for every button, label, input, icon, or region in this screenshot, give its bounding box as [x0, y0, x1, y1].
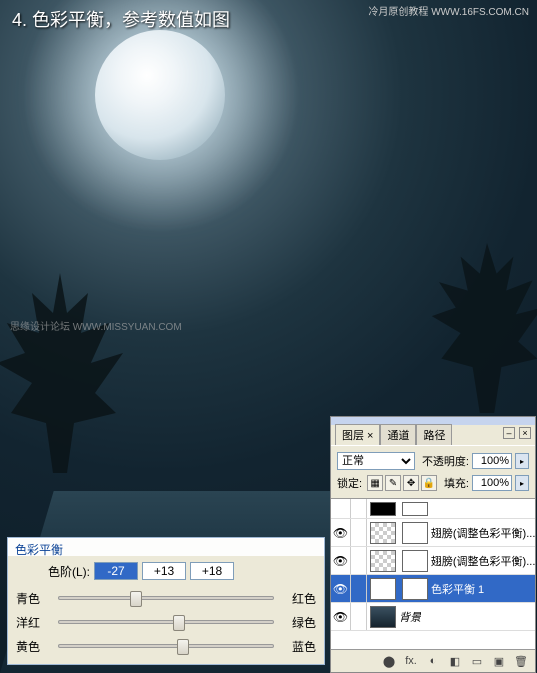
level-input-1[interactable]: [94, 562, 138, 580]
link-cell[interactable]: [351, 547, 367, 574]
scene-moon: [95, 30, 225, 160]
layer-row-partial[interactable]: [331, 499, 535, 519]
layer-mask-thumb: [402, 502, 428, 516]
color-balance-title: 色彩平衡: [8, 538, 324, 556]
layer-thumb[interactable]: [370, 606, 396, 628]
slider-label-left: 青色: [16, 590, 52, 607]
layer-action-icon-0[interactable]: ⬤: [381, 654, 397, 668]
watermark-mid: 思缘设计论坛 WWW.MISSYUAN.COM: [10, 318, 182, 333]
slider-track[interactable]: [58, 596, 274, 600]
layer-name: 背景: [399, 609, 421, 625]
layer-action-icon-6[interactable]: 🗑: [513, 654, 529, 668]
layer-action-icon-3[interactable]: ◧: [447, 654, 463, 668]
layer-thumb: [370, 502, 396, 516]
lock-position-icon[interactable]: ✥: [403, 475, 419, 491]
layer-thumb[interactable]: ◢: [370, 578, 396, 600]
layer-mask-thumb[interactable]: [402, 550, 428, 572]
level-input-2[interactable]: [142, 562, 186, 580]
lock-transparent-icon[interactable]: ▦: [367, 475, 383, 491]
layer-mask-thumb[interactable]: [402, 522, 428, 544]
slider-row-2: 黄色 蓝色: [16, 634, 316, 658]
panel-close-icon[interactable]: ×: [519, 427, 531, 439]
link-cell[interactable]: [351, 603, 367, 630]
opacity-input[interactable]: [472, 453, 512, 469]
link-cell[interactable]: [351, 519, 367, 546]
layer-row[interactable]: 👁 ◢ 色彩平衡 1: [331, 575, 535, 603]
layer-thumb[interactable]: [370, 522, 396, 544]
fill-arrow-icon[interactable]: ▸: [515, 475, 529, 491]
slider-label-right: 蓝色: [280, 638, 316, 655]
link-cell[interactable]: [351, 575, 367, 602]
layer-action-icon-5[interactable]: ▣: [491, 654, 507, 668]
layer-name: 翅膀(调整色彩平衡)...: [431, 525, 535, 541]
slider-row-0: 青色 红色: [16, 586, 316, 610]
slider-thumb[interactable]: [130, 591, 142, 607]
layer-mask-thumb[interactable]: [402, 578, 428, 600]
slider-label-left: 黄色: [16, 638, 52, 655]
lock-pixels-icon[interactable]: ✎: [385, 475, 401, 491]
levels-label: 色阶(L):: [48, 563, 90, 580]
visibility-eye-icon[interactable]: [331, 499, 351, 518]
level-input-3[interactable]: [190, 562, 234, 580]
panel-minimize-icon[interactable]: –: [503, 427, 515, 439]
layer-row[interactable]: 👁 翅膀(调整色彩平衡)...: [331, 547, 535, 575]
slider-thumb[interactable]: [177, 639, 189, 655]
slider-thumb[interactable]: [173, 615, 185, 631]
slider-track[interactable]: [58, 644, 274, 648]
visibility-eye-icon[interactable]: 👁: [331, 547, 351, 574]
lock-all-icon[interactable]: 🔒: [421, 475, 437, 491]
slider-label-left: 洋红: [16, 614, 52, 631]
tab-通道[interactable]: 通道: [380, 424, 416, 445]
layer-row[interactable]: 👁 背景: [331, 603, 535, 631]
layers-panel: 图层 ×通道路径 – × 正常 不透明度: ▸ 锁定: ▦ ✎ ✥ 🔒 填充: …: [330, 416, 536, 673]
slider-row-1: 洋红 绿色: [16, 610, 316, 634]
layers-bottom-bar: ⬤ fx. ◐ ◧ ▭ ▣ 🗑: [331, 650, 535, 672]
fill-input[interactable]: [472, 475, 512, 491]
link-cell[interactable]: [351, 499, 367, 518]
visibility-eye-icon[interactable]: 👁: [331, 519, 351, 546]
scene-tree-right: [427, 243, 537, 413]
visibility-eye-icon[interactable]: 👁: [331, 575, 351, 602]
layer-action-icon-4[interactable]: ▭: [469, 654, 485, 668]
color-balance-levels-row: 色阶(L):: [16, 562, 316, 580]
tab-路径[interactable]: 路径: [416, 424, 452, 445]
layer-action-icon-1[interactable]: fx.: [403, 654, 419, 668]
opacity-label: 不透明度:: [418, 453, 469, 469]
watermark-top-right: 冷月原创教程 WWW.16FS.COM.CN: [368, 3, 529, 18]
lock-label: 锁定:: [337, 475, 362, 491]
fill-label: 填充:: [440, 475, 469, 491]
layer-name: 翅膀(调整色彩平衡)...: [431, 553, 535, 569]
slider-track[interactable]: [58, 620, 274, 624]
instruction-text: 4. 色彩平衡，参考数值如图: [12, 6, 230, 32]
layer-row[interactable]: 👁 翅膀(调整色彩平衡)...: [331, 519, 535, 547]
scene-tree-left: [0, 273, 130, 473]
layer-action-icon-2[interactable]: ◐: [425, 654, 441, 668]
layer-name: 色彩平衡 1: [431, 581, 484, 597]
slider-label-right: 红色: [280, 590, 316, 607]
slider-label-right: 绿色: [280, 614, 316, 631]
layer-list: 👁 翅膀(调整色彩平衡)... 👁 翅膀(调整色彩平衡)... 👁 ◢ 色彩平衡…: [331, 498, 535, 650]
visibility-eye-icon[interactable]: 👁: [331, 603, 351, 630]
blend-mode-select[interactable]: 正常: [337, 452, 415, 470]
tab-图层[interactable]: 图层 ×: [335, 424, 380, 445]
opacity-arrow-icon[interactable]: ▸: [515, 453, 529, 469]
layer-thumb[interactable]: [370, 550, 396, 572]
color-balance-dialog: 色彩平衡 色阶(L): 青色 红色 洋红 绿色 黄色 蓝色: [7, 537, 325, 665]
layers-tabs: 图层 ×通道路径 – ×: [331, 425, 535, 445]
